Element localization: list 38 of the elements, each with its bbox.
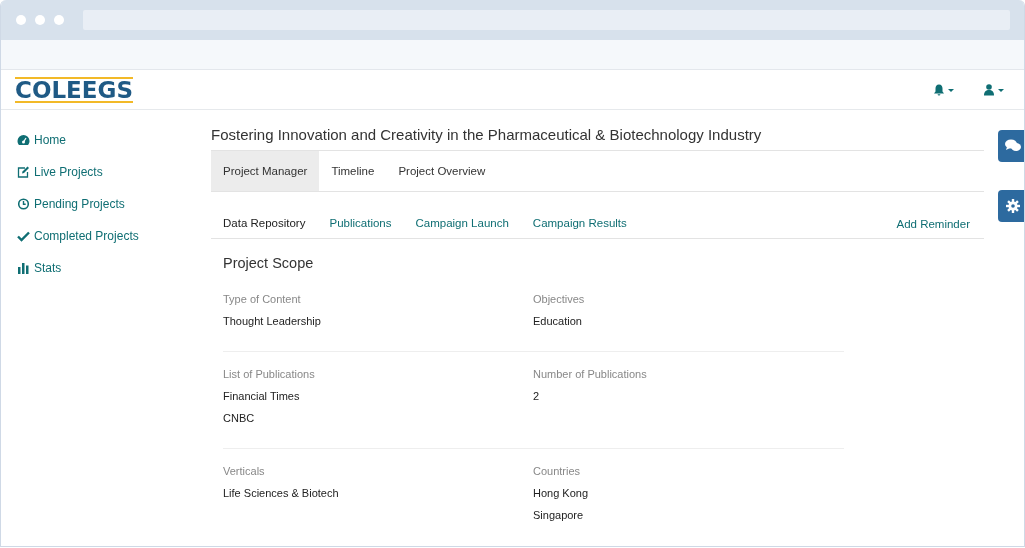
tab[interactable]: Project Manager — [211, 151, 320, 191]
sidebar-item[interactable]: Stats — [17, 252, 62, 284]
field-label: Number of Publications — [533, 368, 648, 380]
field-value: Thought Leadership — [223, 315, 322, 327]
field-label: Type of Content — [223, 293, 302, 305]
field-label: List of Publications — [223, 368, 316, 380]
field-value: 2 — [533, 390, 541, 402]
settings-icon — [1006, 199, 1020, 213]
edit-icon — [17, 166, 30, 178]
chat-button[interactable] — [998, 130, 1024, 162]
sidebar-item[interactable]: Live Projects — [17, 156, 103, 188]
field-label: Objectives — [533, 293, 586, 305]
subtab[interactable]: Campaign Launch — [403, 209, 521, 238]
field-value: Hong Kong — [533, 487, 590, 499]
sidebar-item[interactable]: Completed Projects — [17, 220, 139, 252]
field-value: Singapore — [533, 509, 585, 521]
add-reminder-link[interactable]: Add Reminder — [896, 217, 970, 230]
clock-icon — [17, 198, 30, 210]
field-value: CNBC — [223, 412, 256, 424]
tab[interactable]: Project Overview — [386, 151, 498, 191]
section-title: Project Scope — [223, 255, 315, 271]
field-label: Countries — [533, 465, 582, 477]
checkmark-icon — [17, 230, 30, 242]
dashboard-icon — [17, 134, 30, 146]
settings-button[interactable] — [998, 190, 1024, 222]
bar-chart-icon — [17, 262, 30, 274]
sidebar-item[interactable]: Pending Projects — [17, 188, 125, 220]
field-label: Verticals — [223, 465, 266, 477]
field-value: Education — [533, 315, 583, 327]
subtab[interactable]: Data Repository — [211, 209, 318, 238]
logo[interactable]: COLEEGS — [15, 76, 133, 103]
field-value: Life Sciences & Biotech — [223, 487, 340, 499]
subtab[interactable]: Publications — [317, 209, 404, 238]
sidebar-item[interactable]: Home — [17, 124, 66, 156]
field-value: Financial Times — [223, 390, 301, 402]
chat-icon — [1005, 139, 1021, 153]
tab[interactable]: Timeline — [319, 151, 387, 191]
subtab[interactable]: Campaign Results — [520, 209, 639, 238]
